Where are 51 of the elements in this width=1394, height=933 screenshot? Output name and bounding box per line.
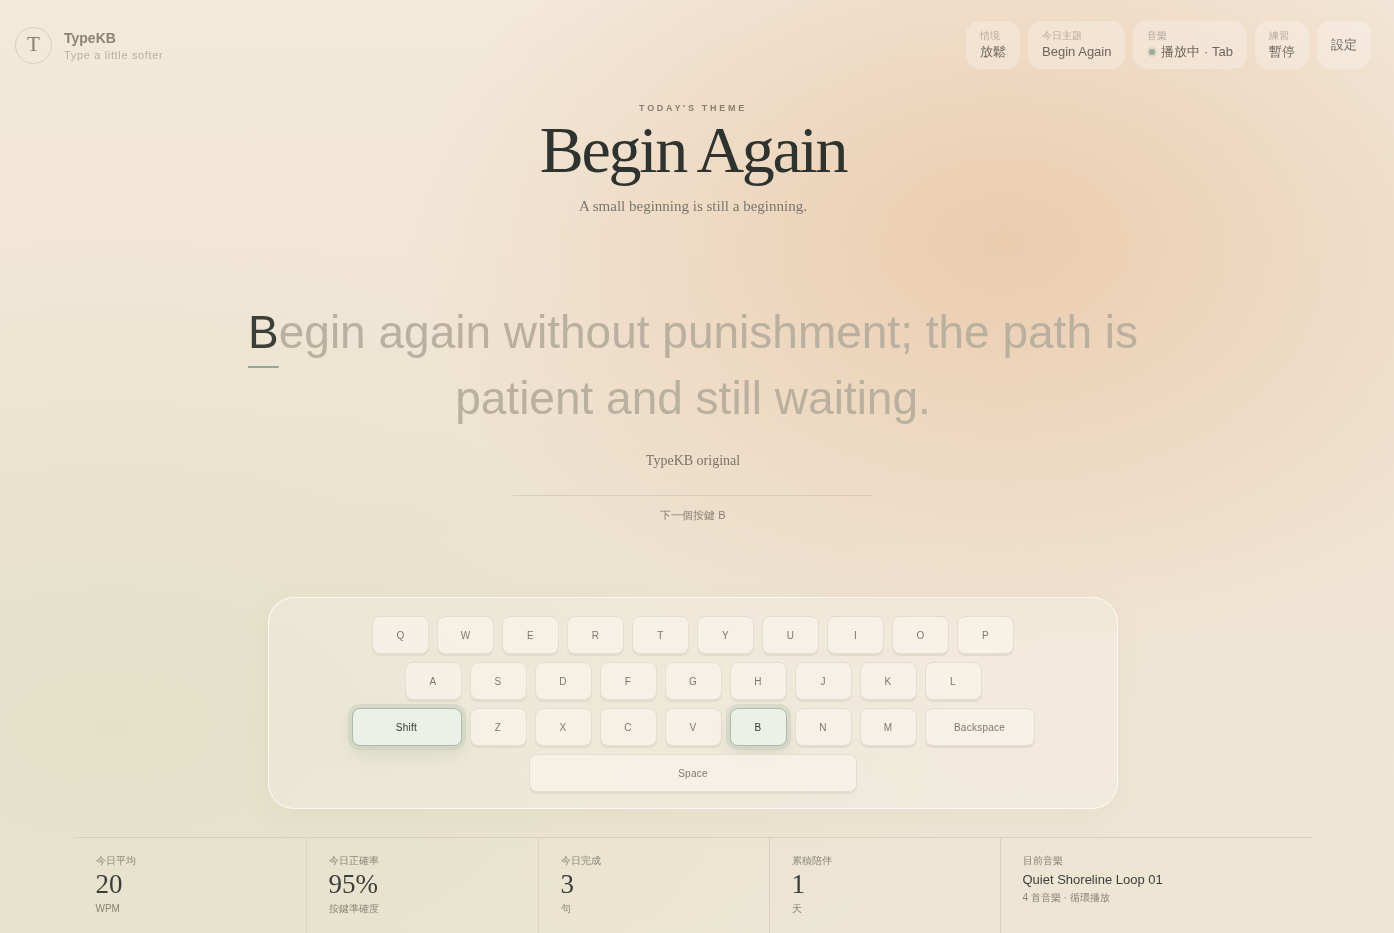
keyboard-key[interactable]: N	[794, 708, 852, 746]
keyboard-key[interactable]: J	[794, 662, 852, 700]
keyboard-key[interactable]: A	[404, 662, 462, 700]
keyboard-key[interactable]: Backspace	[924, 708, 1035, 746]
keyboard-key[interactable]: H	[729, 662, 787, 700]
keyboard-key[interactable]: D	[534, 662, 592, 700]
keyboard-key[interactable]: O	[892, 616, 949, 654]
stat-label: 今日平均	[95, 854, 136, 868]
keyboard-key[interactable]: S	[469, 662, 527, 700]
stat-unit: 天	[791, 902, 802, 915]
music-title: Quiet Shoreline Loop 01	[1022, 871, 1163, 889]
keyboard-key[interactable]: Space	[529, 754, 857, 792]
keyboard-key[interactable]: Z	[469, 708, 527, 746]
stat-unit: WPM	[95, 902, 120, 915]
theme-title: Begin Again	[539, 114, 847, 186]
brand-name: TypeKB	[64, 28, 117, 47]
keyboard-key[interactable]: R	[567, 616, 624, 654]
music-detail: 4 首音樂 · 循環播放	[1022, 891, 1110, 904]
settings-button[interactable]: 設定	[1317, 21, 1371, 69]
keyboard-key[interactable]: U	[762, 616, 819, 654]
keyboard-key[interactable]: L	[924, 662, 982, 700]
keyboard-key[interactable]: E	[502, 616, 559, 654]
passage-source: TypeKB original	[645, 452, 741, 470]
keyboard-key[interactable]: Q	[372, 616, 429, 654]
next-key-hint: 下一個按鍵 B	[660, 508, 726, 523]
keyboard-key[interactable]: W	[437, 616, 494, 654]
keyboard-key[interactable]: X	[534, 708, 592, 746]
keyboard-key[interactable]: T	[632, 616, 689, 654]
stat-label: 今日正確率	[328, 854, 379, 868]
theme-eyebrow: TODAY'S THEME	[639, 102, 747, 114]
stat-label: 今日完成	[560, 854, 601, 868]
stat-unit: 句	[560, 902, 571, 915]
stat-value: 20	[95, 869, 123, 899]
theme-subtitle: A small beginning is still a beginning.	[579, 197, 807, 216]
keyboard-key[interactable]: G	[664, 662, 722, 700]
stat-value: 95%	[328, 869, 378, 899]
keyboard-key[interactable]: I	[827, 616, 884, 654]
keyboard-key[interactable]: C	[599, 708, 657, 746]
stat-value: 3	[560, 869, 574, 899]
keyboard-key[interactable]: F	[599, 662, 657, 700]
keyboard-key[interactable]: P	[957, 616, 1014, 654]
stat-value: 1	[791, 869, 805, 899]
keyboard-key[interactable]: K	[859, 662, 917, 700]
stat-unit: 按鍵準確度	[328, 902, 379, 915]
keyboard-key[interactable]: Y	[697, 616, 754, 654]
keyboard-key[interactable]: M	[859, 708, 917, 746]
keyboard-key[interactable]: V	[664, 708, 722, 746]
music-label: 目前音樂	[1022, 854, 1063, 868]
stat-label: 累積陪伴	[791, 854, 832, 868]
keyboard-key[interactable]: Shift	[351, 708, 462, 746]
keyboard-key[interactable]: B	[729, 708, 787, 746]
